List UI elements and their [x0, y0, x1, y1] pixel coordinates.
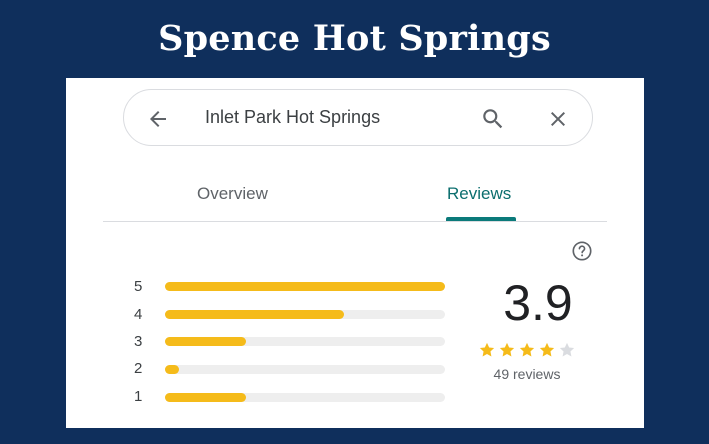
rating-row-label: 3 — [134, 333, 143, 350]
star-rating — [478, 341, 578, 359]
rating-bar-fill — [165, 337, 247, 346]
close-icon[interactable] — [546, 107, 570, 131]
star-empty-icon — [559, 342, 575, 357]
search-bar[interactable]: Inlet Park Hot Springs — [123, 89, 593, 146]
star-filled-icon — [519, 342, 535, 357]
rating-bar-fill — [165, 365, 179, 374]
rating-bar-track — [165, 365, 445, 374]
rating-row-label: 5 — [134, 278, 143, 295]
rating-row-label: 2 — [134, 360, 143, 377]
rating-bar-fill — [165, 310, 345, 319]
tabs-divider — [103, 221, 607, 222]
rating-bar-track — [165, 337, 445, 346]
search-icon[interactable] — [480, 106, 506, 132]
rating-bar-track — [165, 393, 445, 402]
rating-bar-fill — [165, 282, 445, 291]
reviews-panel: Inlet Park Hot Springs Overview Reviews … — [66, 78, 644, 428]
star-filled-icon — [499, 342, 515, 357]
rating-row-label: 1 — [134, 388, 143, 405]
rating-row-label: 4 — [134, 306, 143, 323]
search-input[interactable]: Inlet Park Hot Springs — [205, 107, 380, 128]
star-filled-icon — [539, 342, 555, 357]
rating-bar-fill — [165, 393, 247, 402]
average-rating: 3.9 — [503, 275, 573, 331]
tab-overview[interactable]: Overview — [197, 184, 268, 204]
rating-bar-track — [165, 310, 445, 319]
tab-reviews[interactable]: Reviews — [447, 184, 511, 204]
page-headline: Spence Hot Springs — [158, 18, 551, 59]
review-count[interactable]: 49 reviews — [477, 366, 577, 382]
arrow-left-icon[interactable] — [146, 107, 170, 131]
star-filled-icon — [479, 342, 495, 357]
rating-bar-track — [165, 282, 445, 291]
question-circle-icon[interactable] — [571, 240, 593, 262]
